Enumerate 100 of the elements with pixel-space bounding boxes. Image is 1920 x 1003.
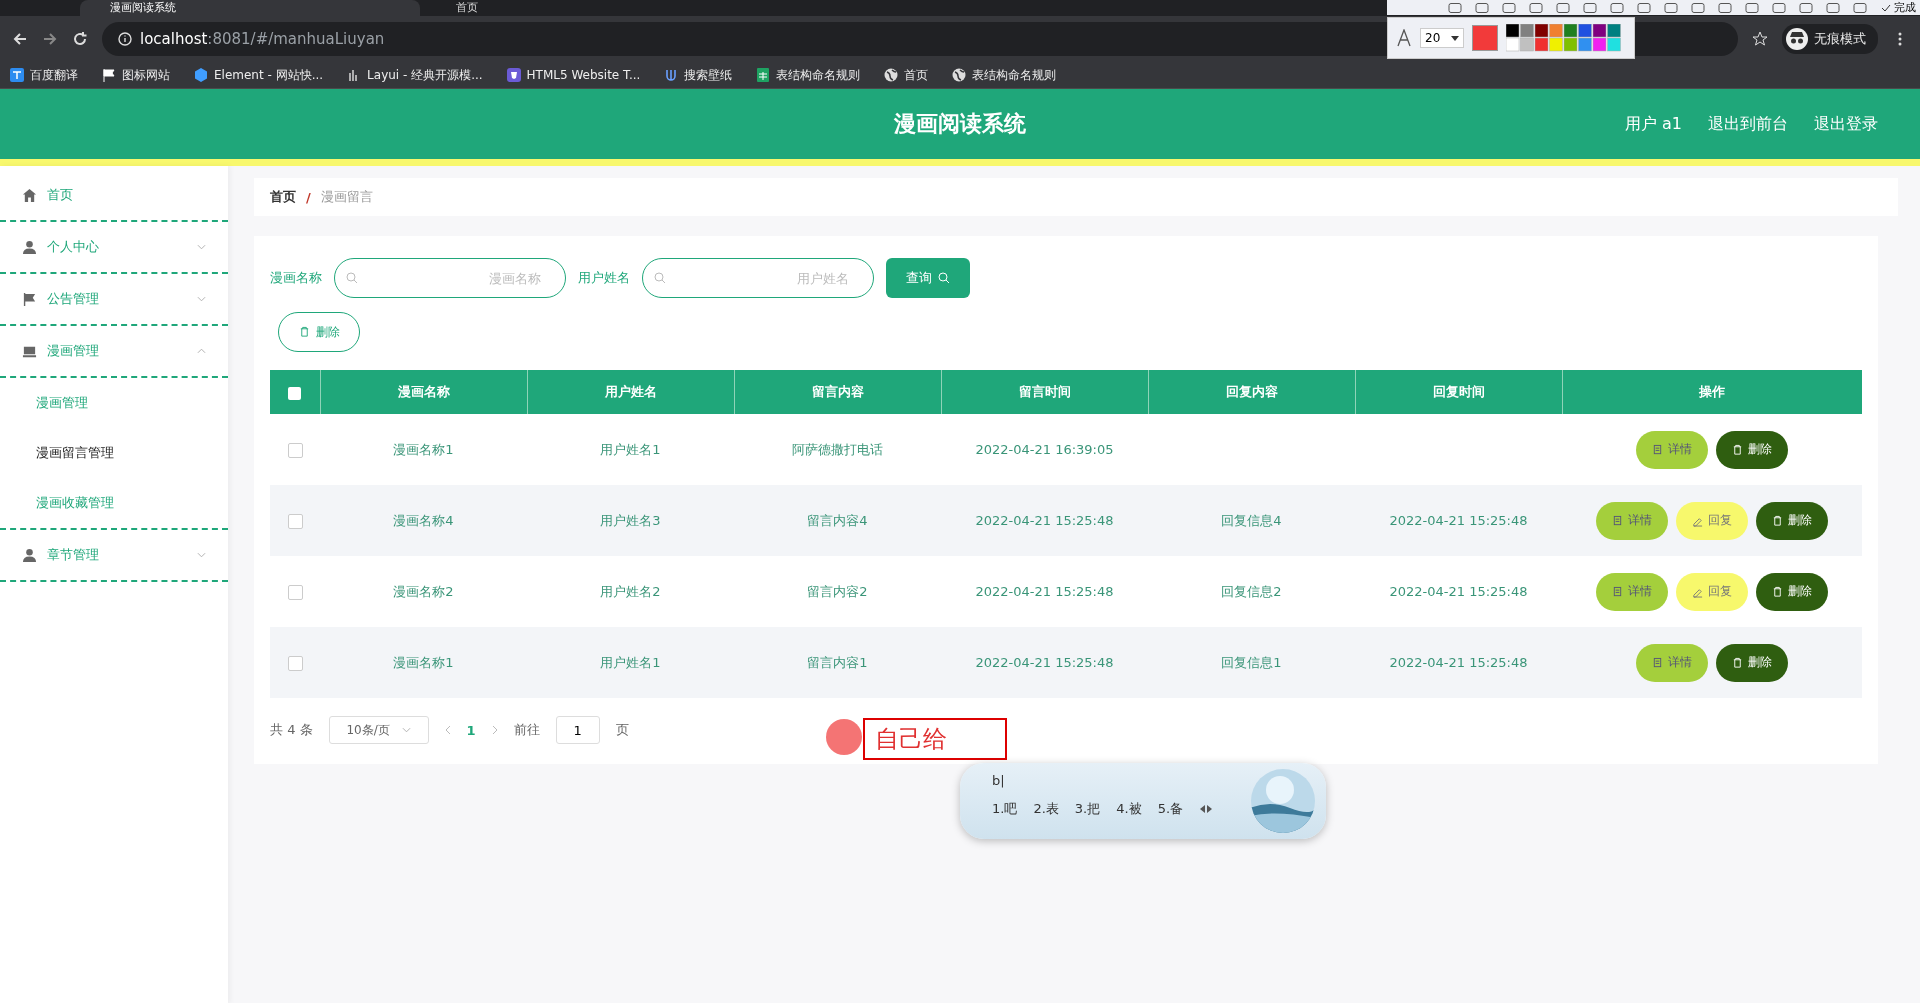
table-cell: 用户姓名1 — [600, 441, 661, 457]
bookmark[interactable]: 图标网站 — [102, 66, 170, 84]
table-cell: 漫画名称2 — [393, 583, 454, 599]
field-label: 用户姓名 — [578, 269, 630, 287]
detail-button[interactable]: 详情 — [1596, 501, 1668, 540]
row-checkbox[interactable] — [287, 655, 303, 671]
flag-icon — [102, 68, 116, 82]
search-field[interactable]: 用户姓名 — [642, 258, 874, 298]
fork-icon — [664, 68, 679, 82]
search-icon — [938, 272, 950, 284]
user-icon — [22, 547, 37, 563]
submenu-item[interactable]: 漫画留言管理 — [0, 428, 228, 478]
table-cell: 用户姓名3 — [600, 512, 661, 528]
table-cell: 回复信息4 — [1221, 512, 1282, 528]
font-size-select[interactable]: 20 — [1420, 28, 1464, 48]
bookmark[interactable]: 首页 — [884, 66, 929, 84]
browser-tab[interactable]: 首页 — [426, 0, 766, 16]
delete-button[interactable]: 删除 — [1716, 430, 1788, 469]
ime-candidate[interactable]: 2.表 — [1033, 800, 1059, 818]
bookmark[interactable]: 表结构命名规则 — [952, 66, 1057, 84]
row-checkbox[interactable] — [287, 513, 303, 529]
info-icon[interactable] — [118, 32, 132, 46]
browser-tab[interactable]: 漫画阅读系统 — [80, 0, 420, 16]
sheet-icon — [756, 68, 771, 82]
cube-icon — [194, 68, 208, 82]
annotation-text[interactable]: 自己给 — [863, 718, 1007, 760]
trash-icon — [1732, 656, 1743, 669]
chevron-icon — [197, 552, 206, 558]
table-cell: 2022-04-21 15:25:48 — [1389, 655, 1528, 670]
detail-button[interactable]: 详情 — [1636, 430, 1708, 469]
table-cell: 阿萨德撒打电话 — [792, 441, 883, 457]
flag-icon — [22, 291, 37, 307]
delete-button[interactable]: 删除 — [1756, 501, 1828, 540]
globe-icon — [884, 68, 899, 82]
reply-button[interactable]: 回复 — [1676, 572, 1748, 611]
trash-icon — [1772, 514, 1783, 527]
sidebar-label: 个人中心 — [47, 238, 100, 256]
current-color-swatch[interactable] — [1472, 25, 1498, 51]
sidebar-label: 首页 — [47, 186, 74, 204]
app-title: 漫画阅读系统 — [894, 110, 1026, 138]
field-label: 漫画名称 — [270, 269, 322, 287]
shield-icon — [506, 68, 521, 82]
incognito-badge[interactable]: 无痕模式 — [1782, 24, 1878, 54]
translate-icon — [10, 68, 24, 82]
breadcrumb-item[interactable]: 首页 — [270, 188, 296, 206]
column-header: 回复内容 — [1148, 370, 1355, 414]
chevron-icon — [197, 244, 206, 250]
page-size-select[interactable]: 10条/页 — [328, 716, 429, 744]
bookmark[interactable]: Layui - 经典开源模... — [347, 66, 483, 84]
ime-candidate[interactable]: 4.被 — [1116, 800, 1142, 818]
page-input[interactable]: 1 — [555, 716, 600, 744]
search-icon — [346, 272, 358, 284]
user-icon — [22, 239, 37, 255]
forward-icon[interactable] — [42, 31, 58, 47]
back-icon[interactable] — [12, 31, 28, 47]
bookmark[interactable]: HTML5 Website T... — [506, 68, 641, 82]
bookmark[interactable]: 表结构命名规则 — [756, 66, 861, 84]
row-checkbox[interactable] — [287, 442, 303, 458]
star-icon[interactable] — [1752, 31, 1768, 47]
column-header: 操作 — [1562, 370, 1862, 414]
ime-candidate[interactable]: 1.吧 — [992, 800, 1018, 818]
chevron-icon — [197, 348, 206, 354]
row-checkbox[interactable] — [287, 584, 303, 600]
chevron-icon — [401, 727, 411, 733]
table-cell: 留言内容2 — [807, 583, 868, 599]
column-header: 用户姓名 — [527, 370, 734, 414]
detail-button[interactable]: 详情 — [1636, 643, 1708, 682]
search-field[interactable]: 漫画名称 — [334, 258, 566, 298]
column-header: 回复时间 — [1355, 370, 1562, 414]
table-cell: 2022-04-21 15:25:48 — [1389, 584, 1528, 599]
trash-icon — [1732, 443, 1743, 456]
bookmark[interactable]: Element - 网站快... — [194, 66, 324, 84]
ime-candidate[interactable]: 3.把 — [1074, 800, 1101, 818]
text-tool-icon[interactable] — [1396, 29, 1412, 47]
detail-button[interactable]: 详情 — [1596, 572, 1668, 611]
reload-icon[interactable] — [72, 31, 88, 47]
chevron-icon — [197, 296, 206, 302]
page-arrows-icon[interactable] — [1199, 804, 1214, 814]
reply-button[interactable]: 回复 — [1676, 501, 1748, 540]
table-cell: 回复信息1 — [1221, 654, 1282, 670]
table-cell: 2022-04-21 15:25:48 — [1389, 513, 1528, 528]
bookmark[interactable]: 百度翻译 — [10, 66, 78, 84]
sidebar-label: 公告管理 — [47, 290, 100, 308]
trash-icon — [1772, 585, 1783, 598]
home-icon — [22, 187, 37, 203]
table-cell: 2022-04-21 15:25:48 — [975, 513, 1114, 528]
bookmark[interactable]: 搜索壁纸 — [664, 66, 733, 84]
ime-composition-text: b| — [992, 773, 1005, 788]
globe-icon — [952, 68, 967, 82]
delete-button[interactable]: 删除 — [1716, 643, 1788, 682]
ime-candidate[interactable]: 5.备 — [1157, 800, 1184, 818]
delete-button[interactable]: 删除 — [1756, 572, 1828, 611]
color-palette[interactable] — [1506, 24, 1622, 52]
done-button[interactable]: 完成 — [1881, 0, 1916, 15]
url-text: localhost:8081/#/manhuaLiuyan — [140, 30, 385, 48]
page-unit: 页 — [615, 721, 629, 739]
sidebar-label: 章节管理 — [47, 546, 100, 564]
table-cell: 留言内容1 — [807, 654, 868, 670]
select-all-checkbox[interactable] — [288, 386, 302, 400]
table-cell: 用户姓名1 — [600, 654, 661, 670]
